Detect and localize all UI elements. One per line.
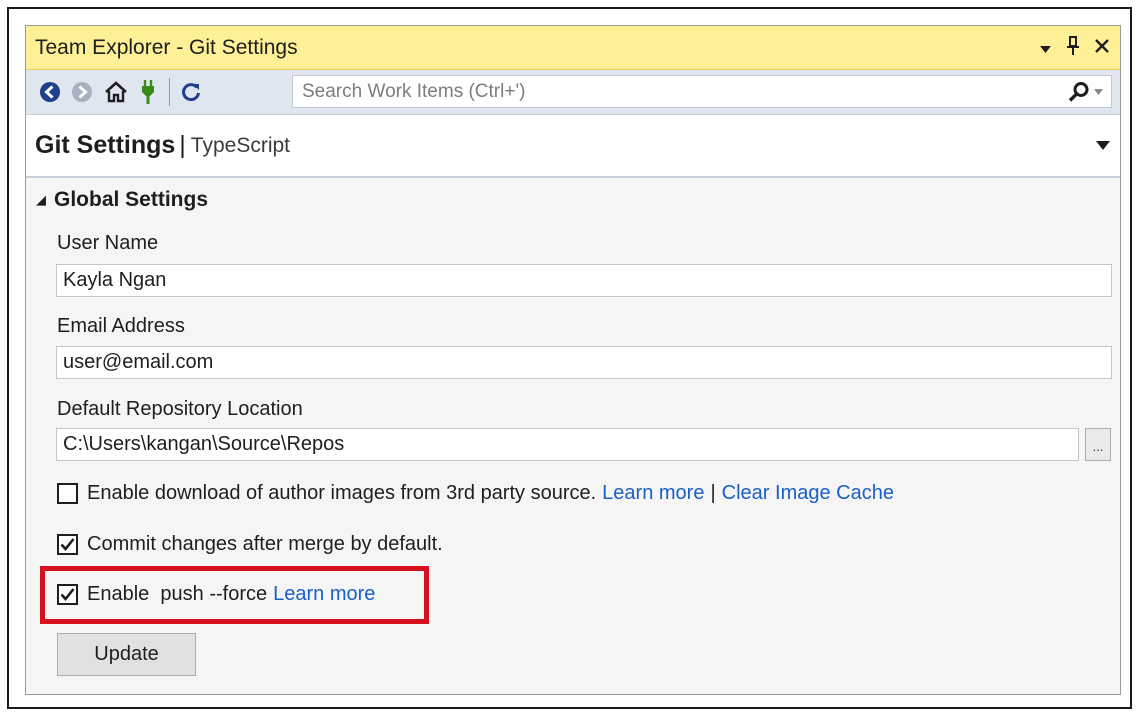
global-settings-section-header[interactable]: ◢ Global Settings [36,188,208,212]
update-button[interactable]: Update [57,633,196,676]
push-force-option: Enable push --force Learn more [57,583,375,606]
window-title: Team Explorer - Git Settings [35,35,298,59]
push-force-learn-more-link[interactable]: Learn more [273,583,375,606]
toolbar-separator [169,78,170,106]
title-bar: Team Explorer - Git Settings [26,26,1120,70]
search-icon [1068,81,1089,102]
email-address-label: Email Address [57,315,185,337]
pin-icon[interactable] [1066,36,1080,59]
settings-content: ◢ Global Settings User Name Email Addres… [26,178,1120,694]
search-dropdown-icon [1094,88,1103,95]
user-name-field[interactable] [56,264,1112,297]
checkmark-icon [60,538,75,552]
link-separator: | [710,482,716,504]
back-arrow-icon[interactable] [37,79,63,105]
page-title: Git Settings [35,131,176,159]
browse-button[interactable]: ... [1085,428,1111,461]
commit-after-merge-option: Commit changes after merge by default. [57,533,443,556]
window-controls [1039,36,1110,59]
close-icon[interactable] [1094,38,1110,57]
refresh-icon[interactable] [178,79,204,105]
repository-location-field[interactable] [56,428,1079,461]
repository-context: TypeScript [190,133,291,157]
search-work-items [292,75,1112,108]
clear-image-cache-link[interactable]: Clear Image Cache [722,482,894,505]
user-name-label: User Name [57,232,159,254]
email-field[interactable] [56,346,1112,379]
forward-arrow-icon[interactable] [69,79,95,105]
toolbar [26,70,1120,115]
collapse-triangle-icon: ◢ [36,192,46,207]
search-button[interactable] [1068,81,1103,103]
author-images-option: Enable download of author images from 3r… [57,482,894,505]
section-title: Global Settings [54,188,209,211]
checkmark-icon [60,588,75,602]
search-input[interactable] [293,76,1068,107]
push-force-checkbox[interactable] [57,584,78,605]
repository-location-label: Default Repository Location [57,398,303,420]
commit-after-merge-label: Commit changes after merge by default. [87,533,443,555]
plug-icon[interactable] [135,79,161,105]
push-force-label: Enable push --force [87,583,268,605]
team-explorer-window: Team Explorer - Git Settings Search Work… [25,25,1121,695]
author-images-label: Enable download of author images from 3r… [87,482,597,504]
author-images-learn-more-link[interactable]: Learn more [602,482,704,505]
commit-after-merge-checkbox[interactable] [57,534,78,555]
author-images-checkbox[interactable] [57,483,78,504]
page-dropdown-icon[interactable] [1096,137,1110,155]
page-header: Git Settings | TypeScript [26,115,1120,178]
dropdown-arrow-icon[interactable] [1039,39,1052,57]
home-icon[interactable] [103,79,129,105]
title-separator: | [179,131,186,159]
